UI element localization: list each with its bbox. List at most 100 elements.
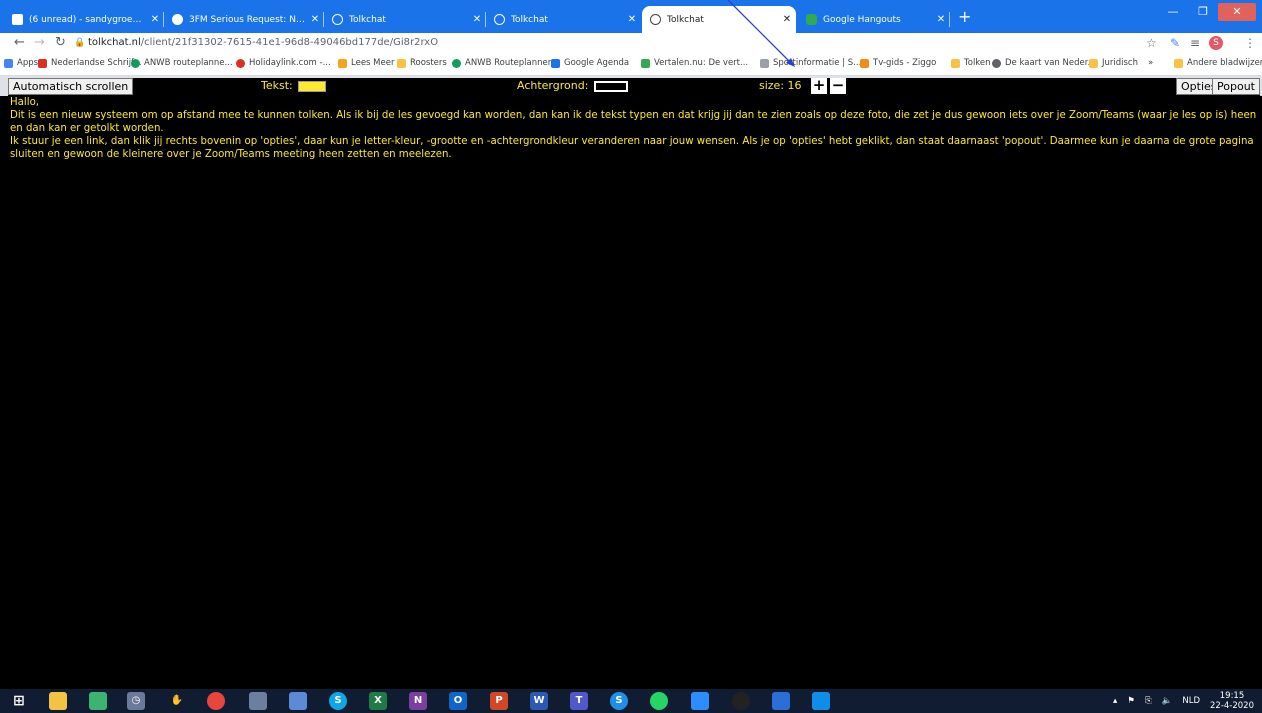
clock-app-icon[interactable]: ◷ — [127, 692, 145, 710]
url-field[interactable]: tolkchat.nl/client/21f31302-7615-41e1-96… — [88, 37, 438, 48]
bookmark-label: Sportinformatie | S... — [773, 58, 862, 68]
background-color-label: Achtergrond: — [517, 79, 589, 92]
chrome-icon[interactable] — [207, 692, 225, 710]
text-app-icon[interactable] — [732, 692, 750, 710]
close-window-button[interactable]: ✕ — [1218, 3, 1256, 21]
increase-size-button[interactable]: + — [811, 78, 827, 94]
bookmark-item[interactable]: Sportinformatie | S... — [760, 58, 861, 68]
excel-icon[interactable]: X — [369, 692, 387, 710]
url-path: /client/21f31302-7615-41e1-96d8-49046bd1… — [140, 37, 439, 48]
ziggo-icon — [860, 58, 869, 68]
tab-mail[interactable]: (6 unread) - sandygroeneveld@y ✕ — [4, 6, 164, 33]
bookmark-item[interactable]: De kaart van Neder... — [992, 58, 1096, 68]
bookmarks-bar: Apps Nederlandse Schrijf... ANWB routepl… — [0, 55, 1262, 76]
bookmark-folder[interactable]: Andere bladwijzers — [1174, 58, 1262, 68]
new-tab-button[interactable]: + — [958, 9, 971, 25]
close-tab-icon[interactable]: ✕ — [778, 14, 796, 25]
bookmark-folder[interactable]: Juridisch — [1089, 58, 1138, 68]
onenote-icon[interactable]: N — [409, 692, 427, 710]
flag-icon[interactable]: ⚑ — [1127, 696, 1135, 706]
calculator-icon[interactable] — [249, 692, 267, 710]
bookmark-item[interactable]: ANWB Routeplanner — [452, 58, 551, 68]
start-icon[interactable]: ⊞ — [10, 692, 28, 710]
close-tab-icon[interactable]: ✕ — [932, 14, 950, 25]
tab-tolkchat-active[interactable]: Tolkchat ✕ — [642, 6, 796, 33]
forward-icon[interactable]: → — [34, 35, 45, 50]
reload-icon[interactable]: ↻ — [55, 35, 66, 50]
bookmark-label: Tv-gids - Ziggo — [873, 58, 937, 68]
minimize-button[interactable]: — — [1158, 3, 1188, 21]
3fm-icon — [172, 14, 183, 25]
moose-app-icon[interactable] — [772, 692, 790, 710]
control-panel-icon[interactable] — [289, 692, 307, 710]
bookmark-item[interactable]: ANWB routeplanne... — [131, 58, 233, 68]
show-hidden-icons-icon[interactable]: ▴ — [1113, 696, 1117, 706]
apps-icon — [4, 58, 13, 68]
close-tab-icon[interactable]: ✕ — [468, 14, 486, 25]
volume-icon[interactable]: 🔈 — [1162, 696, 1173, 706]
bookmark-item[interactable]: Lees Meer — [338, 58, 394, 68]
decrease-size-button[interactable]: − — [830, 78, 846, 94]
reading-list-icon[interactable]: ≡ — [1190, 36, 1200, 50]
tab-hangouts[interactable]: Google Hangouts ✕ — [798, 6, 950, 33]
menu-icon[interactable]: ⋮ — [1244, 36, 1256, 50]
bookmark-item[interactable]: Tv-gids - Ziggo — [860, 58, 936, 68]
whatsapp-icon[interactable] — [650, 692, 668, 710]
globe-icon — [494, 14, 505, 25]
bookmark-folder[interactable]: Tolken — [951, 58, 991, 68]
back-icon[interactable]: ← — [14, 35, 25, 50]
clock[interactable]: 19:15 22-4-2020 — [1210, 691, 1254, 711]
zoom-icon[interactable] — [691, 692, 709, 710]
tab-title: (6 unread) - sandygroeneveld@y — [29, 14, 146, 25]
flag-icon — [38, 58, 47, 68]
store-icon[interactable] — [89, 692, 107, 710]
close-tab-icon[interactable]: ✕ — [623, 14, 641, 25]
text-color-picker[interactable] — [298, 80, 327, 92]
tab-tolkchat-1[interactable]: Tolkchat ✕ — [324, 6, 486, 33]
clock-time: 19:15 — [1219, 691, 1245, 701]
skype-business-icon[interactable]: S — [610, 692, 628, 710]
powerpoint-icon[interactable]: P — [490, 692, 508, 710]
anwb-icon — [452, 58, 461, 68]
teams-icon[interactable]: T — [570, 692, 588, 710]
tab-tolkchat-2[interactable]: Tolkchat ✕ — [486, 6, 641, 33]
tab-3fm[interactable]: 3FM Serious Request: Never Wal ✕ — [164, 6, 324, 33]
bookmark-label: Tolken — [964, 58, 991, 68]
bookmark-label: Andere bladwijzers — [1187, 58, 1262, 68]
popout-button[interactable]: Popout — [1212, 78, 1260, 95]
restore-button[interactable]: ❐ — [1188, 3, 1218, 21]
teamviewer-icon[interactable] — [812, 692, 830, 710]
globe-icon — [332, 14, 343, 25]
text-color-control: Tekst: — [261, 79, 327, 92]
tab-title: Tolkchat — [349, 14, 386, 25]
bookmark-item[interactable]: Holidaylink.com -... — [236, 58, 331, 68]
skype-icon[interactable]: S — [329, 692, 347, 710]
size-label: size: 16 — [759, 79, 802, 92]
close-tab-icon[interactable]: ✕ — [306, 14, 324, 25]
hand-icon[interactable]: ✋ — [168, 692, 186, 710]
word-icon[interactable]: W — [530, 692, 548, 710]
globe-icon — [992, 58, 1001, 68]
bookmark-item[interactable]: Vertalen.nu: De vert... — [641, 58, 748, 68]
bookmark-item[interactable]: Nederlandse Schrijf... — [38, 58, 142, 68]
extension-icon[interactable]: ✎ — [1170, 36, 1180, 50]
network-icon[interactable]: ⎘ — [1145, 696, 1152, 706]
tab-strip: (6 unread) - sandygroeneveld@y ✕ 3FM Ser… — [0, 0, 1262, 33]
close-tab-icon[interactable]: ✕ — [146, 14, 164, 25]
bookmark-apps[interactable]: Apps — [4, 58, 38, 68]
autoscroll-button[interactable]: Automatisch scrollen — [8, 78, 134, 95]
language-indicator[interactable]: NLD — [1182, 696, 1200, 706]
file-explorer-icon[interactable] — [49, 692, 67, 710]
bookmark-label: Google Agenda — [564, 58, 630, 68]
star-icon[interactable]: ☆ — [1146, 36, 1157, 50]
bookmark-folder[interactable]: Roosters — [397, 58, 447, 68]
bookmarks-overflow[interactable]: » — [1148, 58, 1153, 68]
bookmark-item[interactable]: Google Agenda — [551, 58, 629, 68]
background-color-control: Achtergrond: — [517, 79, 628, 92]
bookmark-label: » — [1148, 58, 1154, 68]
background-color-picker[interactable] — [593, 80, 628, 92]
avatar[interactable]: S — [1209, 36, 1223, 50]
tab-title: Tolkchat — [511, 14, 548, 25]
outlook-icon[interactable]: O — [449, 692, 467, 710]
url-host: tolkchat.nl — [88, 37, 141, 48]
